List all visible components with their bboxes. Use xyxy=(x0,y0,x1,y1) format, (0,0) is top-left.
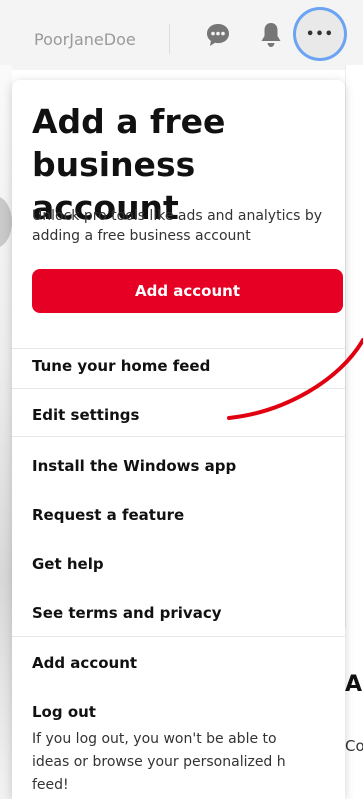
add-account-button[interactable]: Add account xyxy=(32,269,343,313)
logout-note: If you log out, you won't be able to ide… xyxy=(32,731,286,793)
background-text-fragment: Co Pi xyxy=(345,737,363,755)
bell-icon-svg xyxy=(261,23,281,47)
menu-divider xyxy=(12,436,345,437)
more-options-button[interactable]: ••• xyxy=(296,10,344,58)
header-divider xyxy=(169,24,170,54)
promo-description: Unlock pro tools like ads and analytics … xyxy=(32,208,323,244)
menu-item-log-out[interactable]: Log out xyxy=(32,703,332,721)
page: PoorJaneDoe ••• A Co Pi Add a free busin xyxy=(0,0,363,799)
background-heading-fragment: A xyxy=(345,672,363,697)
menu-item-request-feature[interactable]: Request a feature xyxy=(32,506,332,524)
add-account-button-label: Add account xyxy=(134,282,241,300)
menu-item-add-account[interactable]: Add account xyxy=(32,654,332,672)
top-bar: PoorJaneDoe ••• xyxy=(0,0,363,70)
bell-icon[interactable] xyxy=(258,20,284,50)
username-label[interactable]: PoorJaneDoe xyxy=(34,30,136,49)
chat-bubble-icon[interactable] xyxy=(204,21,232,49)
menu-item-tune-home-feed[interactable]: Tune your home feed xyxy=(32,357,332,375)
menu-item-edit-settings[interactable]: Edit settings xyxy=(32,406,332,424)
background-left-strip xyxy=(0,65,12,799)
chat-bubble-icon-svg xyxy=(207,24,229,46)
more-dots-icon: ••• xyxy=(306,26,334,42)
menu-item-terms-privacy[interactable]: See terms and privacy xyxy=(32,604,332,622)
menu-item-install-windows-app[interactable]: Install the Windows app xyxy=(32,457,332,475)
background-right-strip xyxy=(345,65,363,690)
menu-divider xyxy=(12,636,345,637)
account-dropdown-menu: Add a free business account Unlock pro t… xyxy=(12,80,345,799)
menu-divider xyxy=(12,348,345,349)
menu-item-get-help[interactable]: Get help xyxy=(32,555,332,573)
menu-divider xyxy=(12,388,345,389)
